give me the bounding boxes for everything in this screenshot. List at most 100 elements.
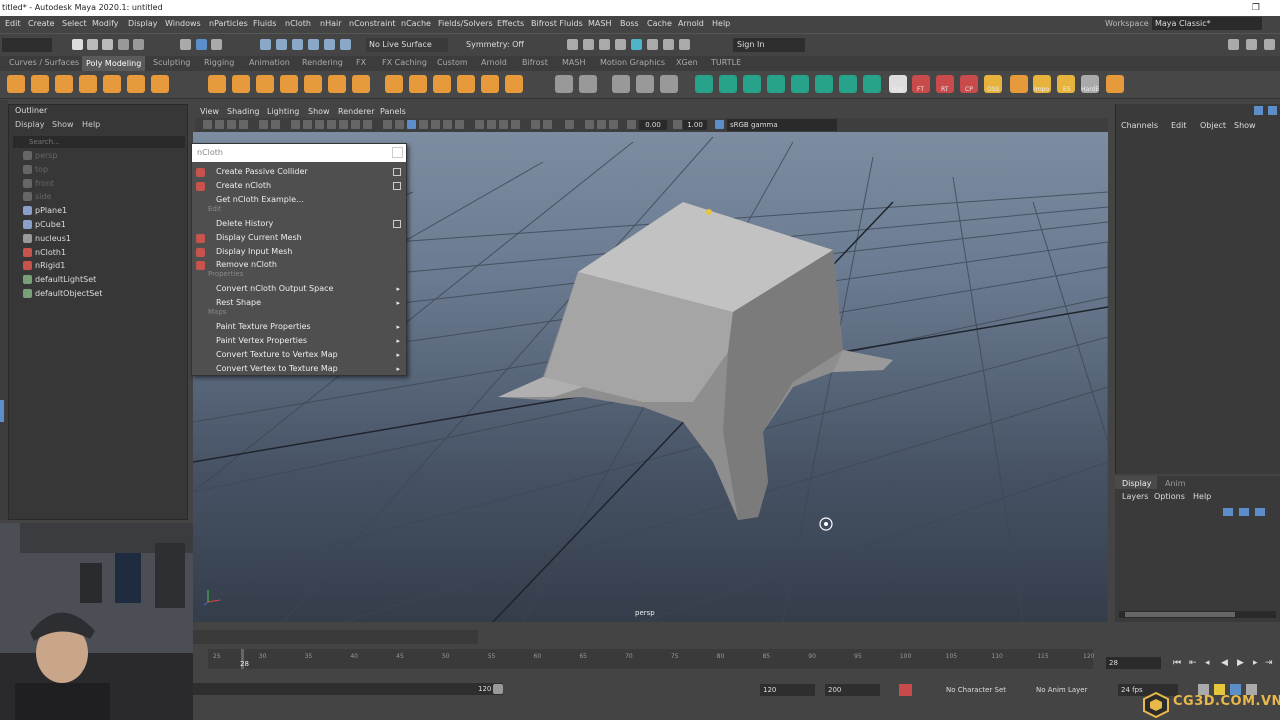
menu-item-get-ncloth-example[interactable]: Get nCloth Example... — [192, 193, 406, 207]
boolean-icon[interactable] — [280, 75, 298, 93]
snap-edge-icon[interactable] — [340, 39, 351, 50]
render-view-icon[interactable] — [647, 39, 658, 50]
wireframe-icon[interactable] — [383, 120, 392, 129]
outliner-item[interactable]: defaultLightSet — [23, 274, 96, 285]
shelf-tab-motion-graphics[interactable]: Motion Graphics — [600, 58, 665, 67]
sign-in-select[interactable]: Sign In — [733, 38, 805, 52]
target-weld-icon[interactable] — [457, 75, 475, 93]
menu-mash[interactable]: MASH — [588, 19, 611, 28]
snap-view-plane-icon[interactable] — [308, 39, 319, 50]
live-surface-field[interactable]: No Live Surface — [366, 38, 448, 52]
poly-torus-icon[interactable] — [103, 75, 121, 93]
tool-settings-toggle-icon[interactable] — [1264, 39, 1275, 50]
snap-point-icon[interactable] — [292, 39, 303, 50]
layer-scrollbar[interactable] — [1119, 611, 1276, 618]
attribute-editor-icon[interactable] — [1268, 106, 1277, 115]
undo-icon[interactable] — [118, 39, 129, 50]
multi-cut-icon[interactable] — [433, 75, 451, 93]
menu-item-create-passive-collider[interactable]: Create Passive Collider — [192, 165, 406, 179]
snap-surface-icon[interactable] — [324, 39, 335, 50]
poly-sphere-icon[interactable] — [7, 75, 25, 93]
custom-tool-4-icon[interactable] — [767, 75, 785, 93]
outliner-item[interactable]: pCube1 — [23, 219, 66, 230]
menu-item-display-current-mesh[interactable]: Display Current Mesh — [192, 231, 406, 245]
custom-tool-7-icon[interactable] — [839, 75, 857, 93]
planar-uv-icon[interactable] — [555, 75, 573, 93]
menu-ncache[interactable]: nCache — [401, 19, 431, 28]
range-slider-track[interactable] — [193, 683, 503, 695]
select-hierarchy-icon[interactable] — [180, 39, 191, 50]
move-layer-up-icon[interactable] — [1223, 508, 1233, 516]
multisample-aa-icon[interactable] — [499, 120, 508, 129]
symmetry-field[interactable]: Symmetry: Off — [466, 38, 538, 52]
motion-blur-icon[interactable] — [487, 120, 496, 129]
anim-layer-select[interactable]: No Anim Layer — [1036, 686, 1087, 694]
menu-cache[interactable]: Cache — [647, 19, 672, 28]
layout-uv-icon[interactable] — [660, 75, 678, 93]
menu-help[interactable]: Help — [712, 19, 730, 28]
menu-nparticles[interactable]: nParticles — [209, 19, 248, 28]
combine-icon[interactable] — [208, 75, 226, 93]
bevel-icon[interactable] — [385, 75, 403, 93]
custom-tool-1-icon[interactable] — [695, 75, 713, 93]
snap-grid-icon[interactable] — [260, 39, 271, 50]
poly-cube-icon[interactable] — [31, 75, 49, 93]
safe-title-icon[interactable] — [363, 120, 372, 129]
menu-modify[interactable]: Modify — [92, 19, 119, 28]
menu-item-convert-ncloth-output-space[interactable]: Convert nCloth Output Space ▸ — [192, 282, 406, 296]
depth-of-field-icon[interactable] — [511, 120, 520, 129]
ncloth-tablecloth[interactable] — [498, 202, 893, 520]
layer-tab-display[interactable]: Display — [1122, 479, 1152, 488]
menu-item-convert-texture-to-vertex-map[interactable]: Convert Texture to Vertex Map ▸ — [192, 348, 406, 362]
gamma-toggle-icon[interactable] — [673, 120, 682, 129]
outliner-menu-show[interactable]: Show — [52, 120, 74, 129]
channel-menu-show[interactable]: Show — [1234, 121, 1256, 130]
mirror-icon[interactable] — [304, 75, 322, 93]
bridge-icon[interactable] — [352, 75, 370, 93]
wireframe-on-shaded-icon[interactable] — [419, 120, 428, 129]
custom-tool-3-icon[interactable] — [743, 75, 761, 93]
redo-icon[interactable] — [133, 39, 144, 50]
close-menu-icon[interactable] — [392, 147, 403, 158]
shelf-tab-curves-surfaces[interactable]: Curves / Surfaces — [9, 58, 79, 67]
menu-item-convert-vertex-to-texture-map[interactable]: Convert Vertex to Texture Map ▸ — [192, 362, 406, 376]
menu-windows[interactable]: Windows — [165, 19, 201, 28]
custom-tool-5-icon[interactable] — [791, 75, 809, 93]
camera-tumble-icon[interactable] — [819, 517, 833, 531]
grease-pencil-icon[interactable] — [271, 120, 280, 129]
new-scene-icon[interactable] — [72, 39, 83, 50]
film-gate-icon[interactable] — [303, 120, 312, 129]
select-camera-icon[interactable] — [203, 120, 212, 129]
isolate-select-icon[interactable] — [531, 120, 540, 129]
channel-menu-channels[interactable]: Channels — [1121, 121, 1158, 130]
viewport-menu-lighting[interactable]: Lighting — [267, 107, 299, 116]
safe-action-icon[interactable] — [351, 120, 360, 129]
auto-key-icon[interactable] — [899, 684, 912, 696]
current-frame-field[interactable]: 28 — [1106, 657, 1161, 669]
outliner-item[interactable]: front — [23, 178, 54, 189]
layer-menu-help[interactable]: Help — [1193, 492, 1211, 501]
step-forward-key-icon[interactable]: ⇥ — [1265, 658, 1273, 668]
new-layer-icon[interactable] — [1255, 508, 1265, 516]
exposure-field[interactable]: 0.00 — [639, 120, 667, 130]
outliner-search-input[interactable]: Search... — [13, 136, 185, 148]
menu-nhair[interactable]: nHair — [320, 19, 342, 28]
pause-icon[interactable] — [679, 39, 690, 50]
camera-attributes-icon[interactable] — [215, 120, 224, 129]
option-box-icon[interactable] — [393, 168, 401, 176]
bookmark-icon[interactable] — [227, 120, 236, 129]
color-space-select[interactable]: sRGB gamma — [727, 119, 837, 131]
menu-ncloth[interactable]: nCloth — [285, 19, 311, 28]
viewport-menu-view[interactable]: View — [200, 107, 219, 116]
fill-hole-icon[interactable] — [505, 75, 523, 93]
field-chart-icon[interactable] — [339, 120, 348, 129]
playback-end-field[interactable]: 200 — [825, 684, 880, 696]
select-component-icon[interactable] — [211, 39, 222, 50]
workspace-select[interactable]: Maya Classic* — [1152, 17, 1262, 30]
outliner-item[interactable]: nRigid1 — [23, 260, 65, 271]
x-ray-icon[interactable] — [543, 120, 552, 129]
color-management-icon[interactable] — [715, 120, 724, 129]
shelf-tab-fx[interactable]: FX — [356, 58, 366, 67]
shelf-tab-rendering[interactable]: Rendering — [302, 58, 343, 67]
shelf-tab-fx-caching[interactable]: FX Caching — [382, 58, 427, 67]
